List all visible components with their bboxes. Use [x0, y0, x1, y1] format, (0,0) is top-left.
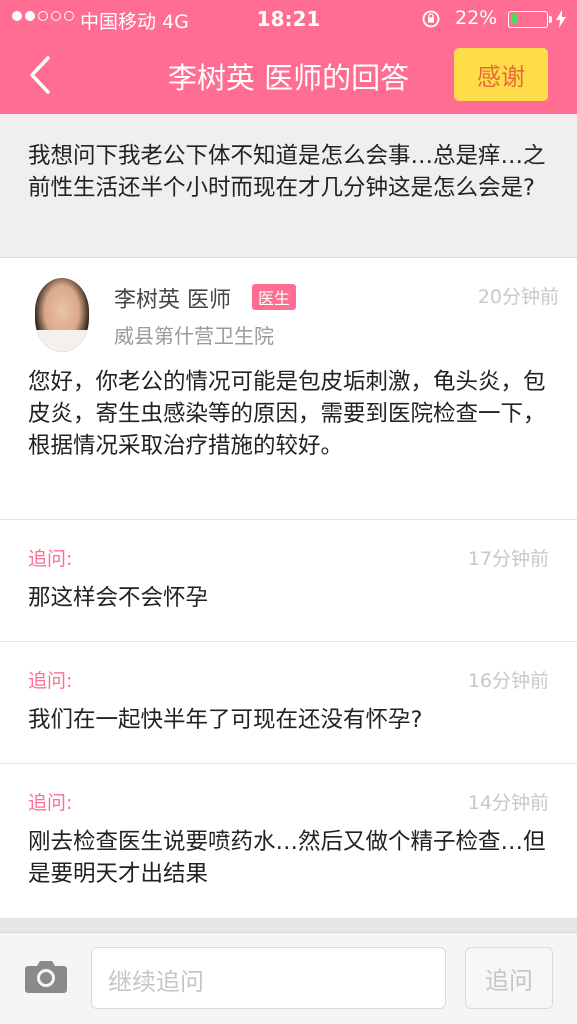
send-followup-button[interactable]: 追问	[465, 947, 553, 1009]
page-title: 李树英 医师的回答	[167, 61, 410, 95]
battery-percent: 22%	[455, 7, 498, 29]
battery-icon	[508, 11, 552, 28]
answer-body: 您好，你老公的情况可能是包皮垢刺激，龟头炎，包皮炎，寄生虫感染等的原因，需要到医…	[28, 369, 546, 459]
followup-input[interactable]: 继续追问	[91, 947, 446, 1009]
answer-time: 20分钟前	[477, 286, 559, 308]
camera-icon[interactable]	[24, 957, 68, 995]
navigation-bar: 李树英 医师的回答 感谢	[0, 38, 577, 114]
composer-bar: 继续追问 追问	[0, 932, 577, 1024]
chevron-left-icon[interactable]	[22, 52, 62, 98]
followup-item: 追问: 14分钟前 刚去检查医生说要喷药水…然后又做个精子检查…但是要明天才出结…	[0, 764, 577, 918]
doctor-avatar[interactable]	[35, 278, 89, 352]
followup-label: 追问:	[28, 792, 73, 814]
doctor-name: 李树英 医师	[114, 288, 231, 313]
followup-time: 14分钟前	[467, 792, 549, 814]
followup-item: 追问: 17分钟前 那这样会不会怀孕	[0, 520, 577, 642]
divider	[0, 918, 577, 932]
rotation-lock-icon	[422, 10, 440, 28]
followup-label: 追问:	[28, 670, 73, 692]
thanks-button[interactable]: 感谢	[454, 48, 548, 101]
followup-item: 追问: 16分钟前 我们在一起快半年了可现在还没有怀孕?	[0, 642, 577, 764]
doctor-badge: 医生	[252, 284, 297, 310]
followup-time: 16分钟前	[467, 670, 549, 692]
followup-text: 刚去检查医生说要喷药水…然后又做个精子检查…但是要明天才出结果	[28, 829, 546, 887]
status-bar: 中国移动 4G 18:21 22%	[0, 0, 577, 38]
hospital-name: 威县第什营卫生院	[114, 324, 274, 348]
followup-label: 追问:	[28, 548, 73, 570]
followup-text: 那这样会不会怀孕	[28, 585, 209, 611]
followup-time: 17分钟前	[467, 548, 549, 570]
top-bar: 中国移动 4G 18:21 22% 李树英 医师的回答 感谢	[0, 0, 577, 114]
charging-bolt-icon	[556, 10, 566, 28]
doctor-answer: 李树英 医师 医生 20分钟前 威县第什营卫生院 您好，你老公的情况可能是包皮垢…	[0, 258, 577, 520]
followup-text: 我们在一起快半年了可现在还没有怀孕?	[28, 707, 423, 733]
question-text: 我想问下我老公下体不知道是怎么会事…总是痒…之前性生活还半个小时而现在才几分钟这…	[0, 114, 577, 258]
